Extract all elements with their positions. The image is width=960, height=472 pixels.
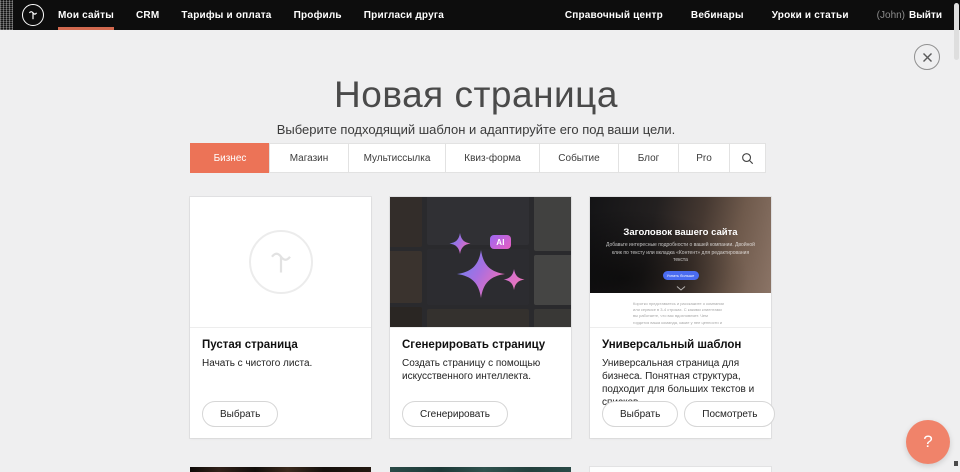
tab-label: Pro (696, 153, 712, 164)
universal-card-preview: Заголовок вашего сайта Добавьте интересн… (590, 197, 771, 328)
secondary-nav: Справочный центр Вебинары Уроки и статьи… (565, 10, 942, 21)
card-title: Пустая страница (202, 339, 359, 351)
nav-label: Пригласи друга (364, 10, 444, 21)
card-description: Начать с чистого листа. (202, 357, 359, 370)
tab-quiz-form[interactable]: Квиз-форма (445, 143, 540, 173)
template-category-tabs: Бизнес Магазин Мультиссылка Квиз-форма С… (190, 143, 771, 173)
partial-card-3[interactable] (590, 467, 771, 472)
blank-card-preview (190, 197, 371, 328)
card-description: Создать страницу с помощью искусственног… (402, 357, 552, 383)
tab-label: Блог (638, 153, 660, 164)
nav-webinars[interactable]: Вебинары (691, 10, 744, 21)
nav-label: Вебинары (691, 10, 744, 21)
tab-label: Магазин (290, 153, 329, 164)
nav-lessons[interactable]: Уроки и статьи (772, 10, 849, 21)
preview-hero-button: Узнать больше (663, 271, 699, 280)
nav-help-center[interactable]: Справочный центр (565, 10, 663, 21)
preview-hero-title: Заголовок вашего сайта (590, 227, 771, 238)
main-nav: Мои сайты CRM Тарифы и оплата Профиль Пр… (47, 0, 455, 30)
pattern-strip (0, 0, 13, 30)
nav-pricing[interactable]: Тарифы и оплата (170, 0, 282, 30)
preview-about-section: Коротко представьтесь и расскажите о ком… (590, 293, 771, 328)
preview-about-text: Коротко представьтесь и расскажите о ком… (633, 301, 725, 328)
logout-link[interactable]: Выйти (909, 10, 942, 21)
page-title: Новая страница (0, 74, 952, 116)
preview-universal-button[interactable]: Посмотреть (684, 401, 775, 427)
template-card-ai: AI Сгенерировать страницу Создать страни… (390, 197, 571, 438)
question-mark-icon: ? (923, 432, 932, 452)
blank-card-body: Пустая страница Начать с чистого листа. … (190, 328, 371, 437)
nav-crm[interactable]: CRM (125, 0, 170, 30)
card-title: Универсальный шаблон (602, 339, 759, 351)
tab-multilink[interactable]: Мультиссылка (348, 143, 446, 173)
preview-hero-subtitle: Добавьте интересные подробности о вашей … (606, 242, 756, 265)
nav-invite-friend[interactable]: Пригласи друга (353, 0, 455, 30)
ai-badge: AI (490, 235, 511, 249)
tilda-logo-icon[interactable] (22, 4, 44, 26)
user-name: (John) (877, 10, 905, 21)
nav-my-sites[interactable]: Мои сайты (47, 0, 125, 30)
top-bar: Мои сайты CRM Тарифы и оплата Профиль Пр… (0, 0, 960, 30)
choose-blank-button[interactable]: Выбрать (202, 401, 278, 427)
nav-label: CRM (136, 10, 159, 21)
scrollbar-thumb[interactable] (954, 3, 959, 60)
nav-profile[interactable]: Профиль (283, 0, 353, 30)
nav-label: Профиль (294, 10, 342, 21)
partial-card-1[interactable] (190, 467, 371, 472)
user-logout[interactable]: (John) Выйти (877, 10, 942, 21)
chevron-down-icon (676, 286, 686, 291)
help-button[interactable]: ? (906, 420, 950, 464)
tab-pro[interactable]: Pro (678, 143, 730, 173)
preview-hero: Заголовок вашего сайта Добавьте интересн… (590, 197, 771, 293)
tab-shop[interactable]: Магазин (269, 143, 349, 173)
template-card-universal: Заголовок вашего сайта Добавьте интересн… (590, 197, 771, 438)
tab-label: Событие (558, 153, 599, 164)
choose-universal-button[interactable]: Выбрать (602, 401, 678, 427)
tab-label: Квиз-форма (464, 153, 520, 164)
nav-label: Уроки и статьи (772, 10, 849, 21)
nav-label: Справочный центр (565, 10, 663, 21)
tilda-watermark-icon (249, 230, 313, 294)
generate-button[interactable]: Сгенерировать (402, 401, 508, 427)
card-title: Сгенерировать страницу (402, 339, 559, 351)
template-card-blank: Пустая страница Начать с чистого листа. … (190, 197, 371, 438)
tab-event[interactable]: Событие (539, 143, 619, 173)
close-icon (922, 52, 933, 63)
app-window: Мои сайты CRM Тарифы и оплата Профиль Пр… (0, 0, 960, 472)
vertical-scrollbar[interactable] (952, 0, 960, 472)
scrollbar-end-mark (954, 461, 958, 466)
nav-label: Мои сайты (58, 10, 114, 21)
nav-label: Тарифы и оплата (181, 10, 271, 21)
universal-card-body: Универсальный шаблон Универсальная стран… (590, 328, 771, 437)
tab-label: Мультиссылка (364, 153, 431, 164)
tilda-glyph (27, 9, 39, 21)
tab-label: Бизнес (214, 153, 247, 164)
partial-card-2[interactable] (390, 467, 571, 472)
ai-card-body: Сгенерировать страницу Создать страницу … (390, 328, 571, 437)
close-button[interactable] (914, 44, 940, 70)
search-icon (741, 152, 754, 165)
tab-search[interactable] (729, 143, 766, 173)
page-subtitle: Выберите подходящий шаблон и адаптируйте… (0, 122, 952, 137)
tab-business[interactable]: Бизнес (190, 143, 270, 173)
tab-blog[interactable]: Блог (618, 143, 679, 173)
ai-card-preview: AI (390, 197, 571, 328)
